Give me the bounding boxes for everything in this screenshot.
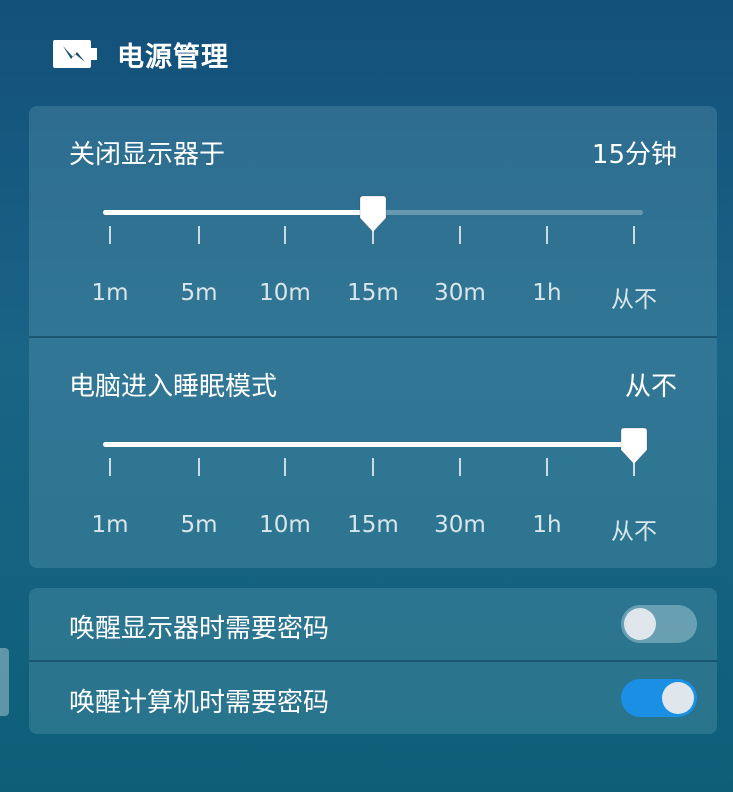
display_off-tick bbox=[633, 226, 635, 244]
wake-display-password-label: 唤醒显示器时需要密码 bbox=[69, 614, 330, 644]
wake-computer-password-toggle[interactable] bbox=[621, 679, 697, 717]
display_off-tick-label: 5m bbox=[180, 280, 218, 306]
password-toggles-panel: 唤醒显示器时需要密码 唤醒计算机时需要密码 bbox=[29, 588, 717, 734]
sleep-tick bbox=[546, 458, 548, 476]
toggle-knob bbox=[624, 608, 656, 640]
sleep-value: 从不 bbox=[624, 372, 677, 402]
sleep-tick bbox=[284, 458, 286, 476]
display_off-tick-label: 1h bbox=[532, 280, 562, 306]
display_off-tick-label: 30m bbox=[434, 280, 486, 306]
display_off-tick bbox=[459, 226, 461, 244]
sleep-section: 电脑进入睡眠模式 从不 1m 5m 10m 15m 30m 1h 从不 bbox=[29, 338, 717, 568]
sleep-tick bbox=[633, 458, 635, 476]
display-off-section: 关闭显示器于 15分钟 1m 5m 10m 15m 30m 1h 从不 bbox=[29, 106, 717, 336]
power-sliders-panel: 关闭显示器于 15分钟 1m 5m 10m 15m 30m 1h 从不 电脑进入睡眠模式 从… bbox=[29, 106, 717, 568]
sleep-tick bbox=[459, 458, 461, 476]
sleep-tick-label: 5m bbox=[180, 512, 218, 538]
sleep-tick bbox=[372, 458, 374, 476]
sleep-tick-label: 15m bbox=[347, 512, 399, 538]
display_off-tick-label: 10m bbox=[259, 280, 311, 306]
sleep-tick-label: 从不 bbox=[611, 519, 657, 545]
wake-display-password-toggle[interactable] bbox=[621, 605, 697, 643]
page-title: 电源管理 bbox=[117, 41, 229, 73]
display_off-tick bbox=[198, 226, 200, 244]
sleep-tick bbox=[109, 458, 111, 476]
sleep-slider-fill bbox=[103, 442, 634, 447]
display-off-title: 关闭显示器于 bbox=[69, 140, 226, 170]
wake-display-password-row: 唤醒显示器时需要密码 bbox=[29, 588, 717, 660]
display_off-tick-label: 15m bbox=[347, 280, 399, 306]
display_off-tick bbox=[109, 226, 111, 244]
sleep-tick-label: 30m bbox=[434, 512, 486, 538]
toggle-knob bbox=[662, 682, 694, 714]
display_off-tick-label: 1m bbox=[91, 280, 129, 306]
wake-computer-password-label: 唤醒计算机时需要密码 bbox=[69, 688, 330, 718]
sleep-slider-track[interactable] bbox=[103, 442, 643, 447]
display_off-tick bbox=[546, 226, 548, 244]
display_off-tick bbox=[372, 226, 374, 244]
sleep-title: 电脑进入睡眠模式 bbox=[69, 372, 278, 402]
side-panel-handle[interactable] bbox=[0, 648, 9, 716]
display-off-value: 15分钟 bbox=[591, 140, 677, 170]
battery-charging-icon bbox=[53, 40, 97, 68]
sleep-tick bbox=[198, 458, 200, 476]
sleep-tick-label: 1m bbox=[91, 512, 129, 538]
wake-computer-password-row: 唤醒计算机时需要密码 bbox=[29, 662, 717, 734]
header: 电源管理 bbox=[53, 32, 229, 76]
display_off-tick-label: 从不 bbox=[611, 287, 657, 313]
display-off-slider-fill bbox=[103, 210, 373, 215]
sleep-tick-label: 10m bbox=[259, 512, 311, 538]
sleep-tick-label: 1h bbox=[532, 512, 562, 538]
display_off-tick bbox=[284, 226, 286, 244]
